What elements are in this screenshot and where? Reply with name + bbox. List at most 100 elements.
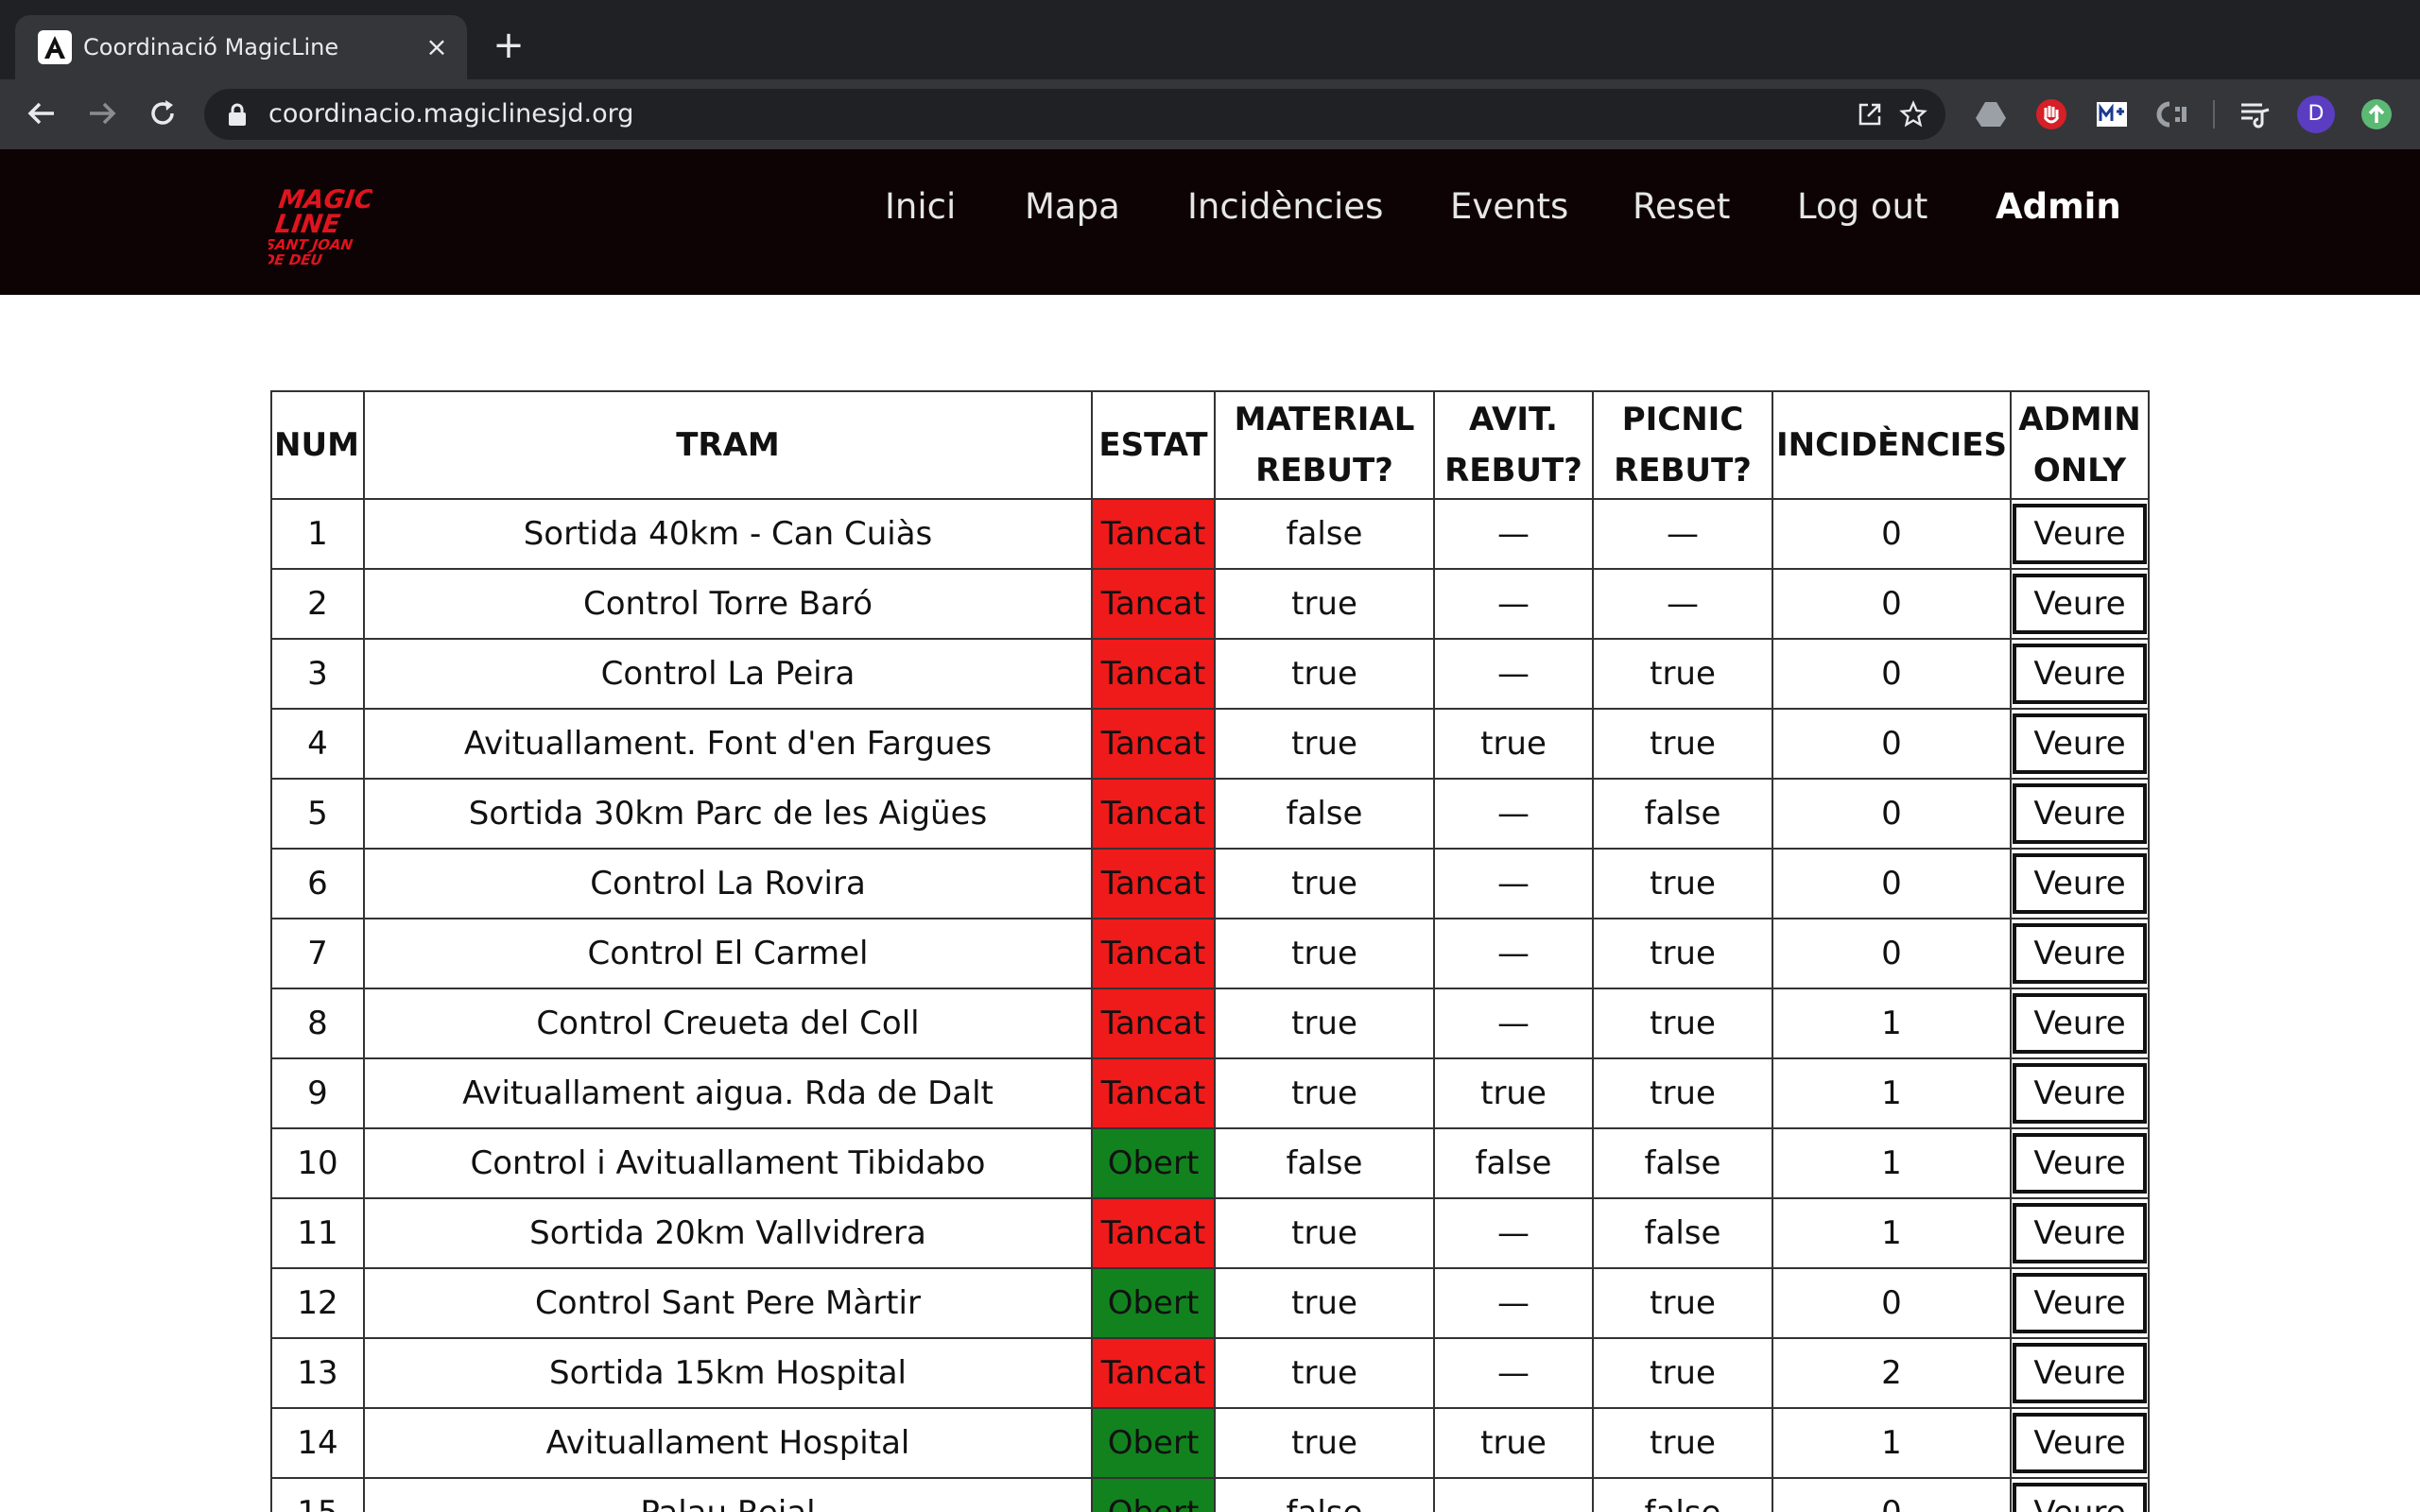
veure-button[interactable]: Veure [2013,783,2147,844]
cell-tram: Control i Avituallament Tibidabo [363,1127,1093,1199]
reload-icon[interactable] [142,93,183,134]
adblock-extension-icon[interactable] [2032,95,2070,133]
cell-picnic-rebut: true [1592,1057,1773,1129]
cell-incidencies: 0 [1772,918,2012,989]
header-picnic: PICNIC REBUT? [1592,390,1773,500]
cell-picnic-rebut: true [1592,848,1773,919]
cell-material-rebut: true [1214,918,1435,989]
table-header-row: NUM TRAM ESTAT MATERIAL REBUT? AVIT. REBUT… [270,390,2150,500]
mailtrack-extension-icon[interactable] [2093,95,2131,133]
nav-mapa-link[interactable]: Mapa [1025,185,1120,229]
table-row: 13 Sortida 15km Hospital Tancat true — true 2 V… [270,1337,2150,1409]
tab-close-icon[interactable]: × [420,30,454,64]
forward-icon[interactable] [81,93,123,134]
cell-material-rebut: true [1214,638,1435,710]
cell-estat-badge: Tancat [1091,778,1216,850]
table-row: 3 Control La Peira Tancat true — true 0 Veure [270,638,2150,710]
nav-logout-link[interactable]: Log out [1797,185,1927,229]
veure-button[interactable]: Veure [2013,1203,2147,1263]
cell-admin-only: Veure [2010,708,2150,780]
cell-picnic-rebut: true [1592,708,1773,780]
cell-avit-rebut: — [1433,1267,1594,1339]
cell-estat-badge: Tancat [1091,568,1216,640]
svg-text:LINE: LINE [273,210,342,239]
veure-button[interactable]: Veure [2013,1133,2147,1194]
table-row: 12 Control Sant Pere Màrtir Obert true — true… [270,1267,2150,1339]
cell-num: 8 [270,988,365,1059]
cell-admin-only: Veure [2010,918,2150,989]
nav-inici-link[interactable]: Inici [885,185,956,229]
veure-button[interactable]: Veure [2013,1343,2147,1403]
table-row: 11 Sortida 20km Vallvidrera Tancat true — fal… [270,1197,2150,1269]
veure-button[interactable]: Veure [2013,713,2147,774]
cell-picnic-rebut: — [1592,498,1773,570]
cell-tram: Control Torre Baró [363,568,1093,640]
cell-num: 12 [270,1267,365,1339]
veure-button[interactable]: Veure [2013,923,2147,984]
header-num: NUM [270,390,365,500]
header-estat: ESTAT [1091,390,1216,500]
cell-avit-rebut: true [1433,708,1594,780]
magic-line-logo[interactable]: MAGIC LINE SANT JOAN DE DÉU [268,180,372,274]
cell-avit-rebut: false [1433,1127,1594,1199]
profile-avatar[interactable]: D [2297,95,2335,133]
veure-button[interactable]: Veure [2013,853,2147,914]
cell-num: 14 [270,1407,365,1479]
veure-button[interactable]: Veure [2013,1063,2147,1124]
nav-admin-link[interactable]: Admin [1996,185,2121,229]
drive-extension-icon[interactable] [1972,95,2010,133]
cell-tram: Sortida 40km - Can Cuiàs [363,498,1093,570]
nav-events-link[interactable]: Events [1450,185,1568,229]
bookmark-star-icon[interactable] [1896,97,1930,131]
cell-num: 6 [270,848,365,919]
nav-incidencies-link[interactable]: Incidències [1187,185,1383,229]
cell-admin-only: Veure [2010,778,2150,850]
cell-picnic-rebut: true [1592,988,1773,1059]
back-icon[interactable] [21,93,62,134]
cell-num: 13 [270,1337,365,1409]
cell-avit-rebut: — [1433,568,1594,640]
veure-button[interactable]: Veure [2013,1413,2147,1473]
cell-material-rebut: false [1214,778,1435,850]
veure-button[interactable]: Veure [2013,993,2147,1054]
header-incidencies: INCIDÈNCIES [1772,390,2012,500]
cell-material-rebut: false [1214,498,1435,570]
cell-admin-only: Veure [2010,1267,2150,1339]
cell-incidencies: 1 [1772,1127,2012,1199]
cell-material-rebut: true [1214,1407,1435,1479]
cell-admin-only: Veure [2010,848,2150,919]
media-queue-icon[interactable] [2237,95,2274,133]
cell-material-rebut: true [1214,1057,1435,1129]
cell-incidencies: 0 [1772,778,2012,850]
cell-tram: Control El Carmel [363,918,1093,989]
cell-tram: Sortida 20km Vallvidrera [363,1197,1093,1269]
cell-picnic-rebut: false [1592,1197,1773,1269]
update-available-icon[interactable] [2358,95,2395,133]
address-bar[interactable]: coordinacio.magiclinesjd.org [204,89,1945,140]
veure-button[interactable]: Veure [2013,574,2147,634]
cell-avit-rebut: — [1433,778,1594,850]
clipboard-extension-icon[interactable] [2153,95,2191,133]
cell-estat-badge: Tancat [1091,1057,1216,1129]
new-tab-icon[interactable]: + [490,26,527,64]
cell-material-rebut: true [1214,708,1435,780]
veure-button[interactable]: Veure [2013,644,2147,704]
table-row: 2 Control Torre Baró Tancat true — —0 Veure [270,568,2150,640]
nav-reset-link[interactable]: Reset [1633,185,1730,229]
veure-button[interactable]: Veure [2013,1273,2147,1333]
table-row: 1 Sortida 40km - Can Cuiàs Tancat false — —0 V… [270,498,2150,570]
cell-tram: Avituallament Hospital [363,1407,1093,1479]
open-in-new-icon[interactable] [1853,97,1887,131]
veure-button[interactable]: Veure [2013,504,2147,564]
browser-tab[interactable]: Coordinació MagicLine × [15,15,467,79]
cell-admin-only: Veure [2010,638,2150,710]
cell-estat-badge: Tancat [1091,498,1216,570]
cell-incidencies: 1 [1772,1407,2012,1479]
url-text: coordinacio.magiclinesjd.org [268,99,634,129]
veure-button[interactable]: Veure [2013,1483,2147,1512]
cell-estat-badge: Obert [1091,1407,1216,1479]
cell-material-rebut: true [1214,568,1435,640]
cell-picnic-rebut: false [1592,1477,1773,1512]
table-row: 6 Control La Rovira Tancat true — true 0 Veure [270,848,2150,919]
cell-picnic-rebut: false [1592,778,1773,850]
